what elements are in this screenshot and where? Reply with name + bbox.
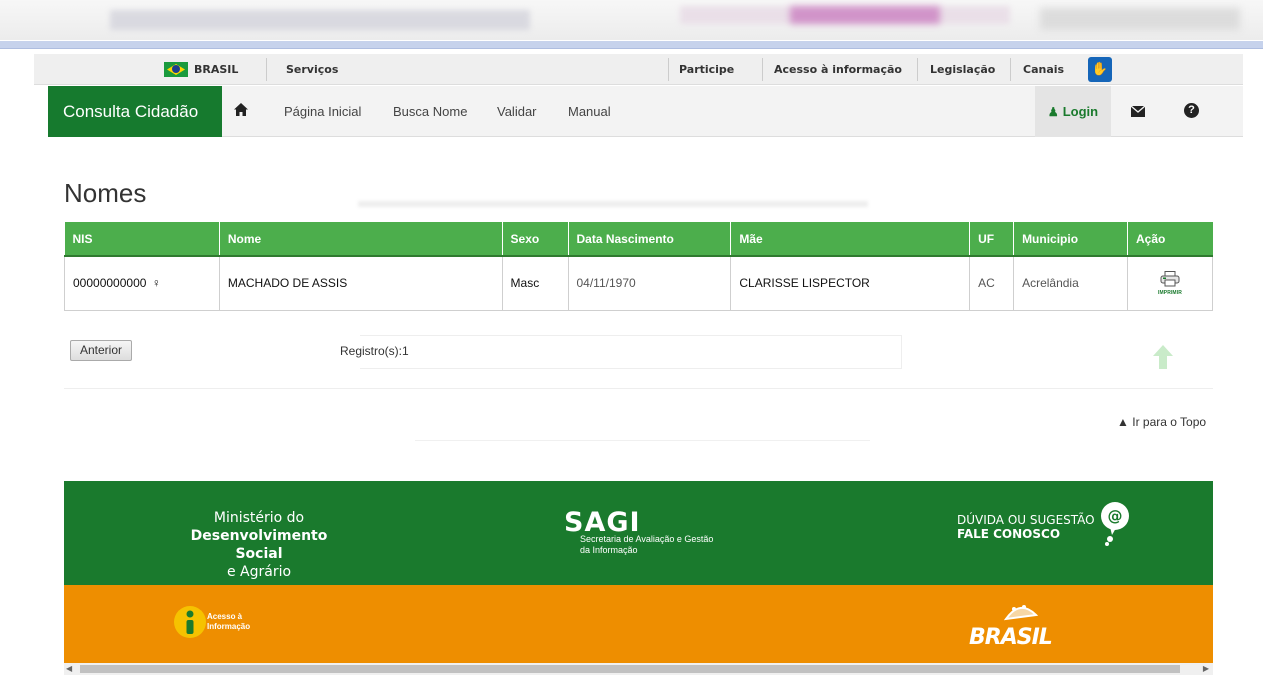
faded-background-line (358, 201, 868, 207)
help-icon[interactable]: ? (1184, 103, 1199, 118)
person-icon[interactable]: ♀ (148, 276, 161, 290)
cell-data-nascimento: 04/11/1970 (567, 255, 732, 311)
scrollbar-thumb[interactable] (80, 665, 1180, 673)
app-brand[interactable]: Consulta Cidadão (48, 86, 222, 137)
gov-bar-participe[interactable]: Participe (679, 54, 734, 85)
speech-bubble-icon[interactable]: @ (1100, 501, 1130, 547)
results-table: NIS Nome Sexo Data Nascimento Mãe UF Mun… (64, 222, 1214, 311)
blurred-tab (680, 6, 1010, 24)
col-acao: Ação (1127, 222, 1213, 257)
table-header-row: NIS Nome Sexo Data Nascimento Mãe UF Mun… (64, 222, 1213, 257)
print-button[interactable]: IMPRIMIR (1150, 270, 1190, 296)
faded-background-line (415, 433, 870, 441)
printer-icon (1160, 270, 1180, 287)
svg-text:@: @ (1108, 507, 1123, 525)
nav-validar[interactable]: Validar (497, 86, 537, 137)
mail-icon[interactable] (1131, 106, 1145, 117)
brasil-logo-text: BRASIL (969, 625, 1053, 650)
sagi-subtitle-line-2: da Informação (580, 545, 638, 555)
horizontal-scrollbar[interactable]: ◀ ▶ (64, 663, 1213, 675)
contact-link[interactable]: DÚVIDA OU SUGESTÃO FALE CONOSCO (957, 513, 1095, 541)
contact-line-2: FALE CONOSCO (957, 527, 1061, 541)
browser-tab-strip (0, 0, 1263, 40)
info-icon[interactable] (174, 602, 206, 648)
access-information-line-1: Acesso à (207, 612, 243, 621)
scroll-up-arrow-icon[interactable] (1153, 345, 1173, 369)
app-navbar: Consulta Cidadão Página Inicial Busca No… (48, 86, 1243, 137)
col-mae[interactable]: Mãe (730, 222, 971, 257)
ministry-logo[interactable]: Ministério do Desenvolvimento Social e A… (169, 509, 349, 581)
ministry-line-1: Ministério do (213, 510, 305, 526)
cell-acao: IMPRIMIR (1126, 255, 1214, 311)
cell-municipio: Acrelândia (1013, 255, 1128, 311)
gov-bar-acesso-informacao[interactable]: Acesso à informação (774, 54, 902, 85)
footer-links: Acesso à Informação BRASIL (64, 585, 1213, 663)
faded-background-box (360, 335, 902, 369)
contact-line-1: DÚVIDA OU SUGESTÃO (957, 513, 1095, 527)
sagi-subtitle: Secretaria de Avaliação e Gestão da Info… (580, 534, 770, 556)
col-nis[interactable]: NIS (64, 222, 220, 257)
back-to-top-link[interactable]: ▲ Ir para o Topo (1117, 415, 1206, 429)
cell-sexo: Masc (501, 255, 569, 311)
col-uf[interactable]: UF (969, 222, 1015, 257)
gov-bar-legislacao[interactable]: Legislação (930, 54, 995, 85)
nav-pagina-inicial[interactable]: Página Inicial (284, 86, 361, 137)
page-title: Nomes (64, 178, 147, 208)
login-button[interactable]: ♟ Login (1035, 86, 1111, 137)
print-label: IMPRIMIR (1158, 289, 1182, 296)
cell-uf: AC (969, 255, 1015, 311)
divider (64, 388, 1213, 389)
browser-toolbar-edge (0, 41, 1263, 49)
ministry-line-2: Desenvolvimento Social (190, 528, 328, 562)
sagi-subtitle-line-1: Secretaria de Avaliação e Gestão (580, 534, 714, 544)
brazil-flag-icon (164, 62, 188, 77)
records-count: Registro(s):1 (340, 344, 409, 358)
blurred-tab (110, 10, 530, 30)
chevron-up-icon: ▲ (1117, 415, 1129, 429)
ministry-line-3: e Agrário (226, 564, 292, 580)
previous-page-button[interactable]: Anterior (70, 340, 132, 361)
access-information-link[interactable]: Acesso à Informação (207, 612, 250, 632)
nav-busca-nome[interactable]: Busca Nome (393, 86, 467, 137)
access-information-line-2: Informação (207, 622, 251, 631)
nis-value: 00000000000 (73, 276, 147, 291)
scroll-right-icon[interactable]: ▶ (1203, 664, 1209, 673)
accessibility-icon[interactable]: ✋ (1088, 57, 1112, 82)
scroll-left-icon[interactable]: ◀ (66, 664, 72, 673)
home-icon[interactable] (234, 103, 248, 116)
login-label: Login (1062, 104, 1099, 119)
cell-mae: CLARISSE LISPECTOR (730, 255, 971, 311)
col-data-nascimento[interactable]: Data Nascimento (568, 222, 732, 257)
cell-nis: 00000000000 ♀ (64, 255, 220, 311)
gov-bar: BRASIL Serviços Participe Acesso à infor… (34, 54, 1243, 85)
blurred-tab (1040, 8, 1240, 30)
gov-bar-canais[interactable]: Canais (1023, 54, 1064, 85)
footer-institutional: Ministério do Desenvolvimento Social e A… (64, 481, 1213, 585)
gov-bar-brasil[interactable]: BRASIL (194, 54, 238, 85)
back-to-top-label: Ir para o Topo (1132, 415, 1207, 429)
col-nome[interactable]: Nome (219, 222, 503, 257)
col-sexo[interactable]: Sexo (502, 222, 569, 257)
user-icon: ♟ (1047, 105, 1059, 119)
col-municipio[interactable]: Municipio (1013, 222, 1128, 257)
cell-nome: MACHADO DE ASSIS (218, 255, 503, 311)
table-row: 00000000000 ♀ MACHADO DE ASSIS Masc 04/1… (64, 255, 1214, 311)
gov-bar-services[interactable]: Serviços (286, 54, 338, 85)
nav-manual[interactable]: Manual (568, 86, 611, 137)
